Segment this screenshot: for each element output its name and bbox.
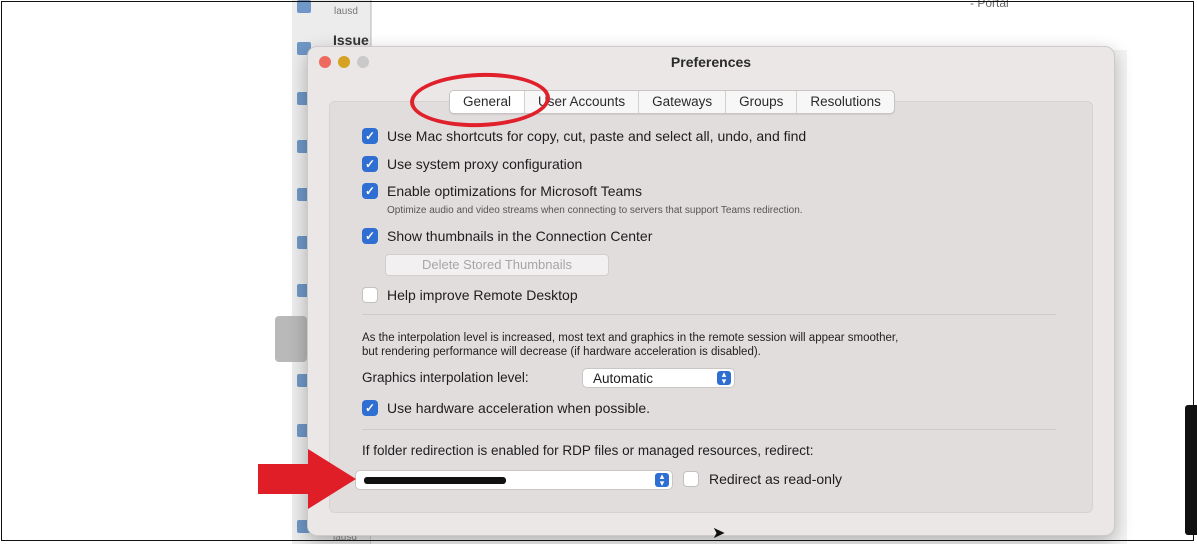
screenshot-frame — [1, 1, 1194, 541]
